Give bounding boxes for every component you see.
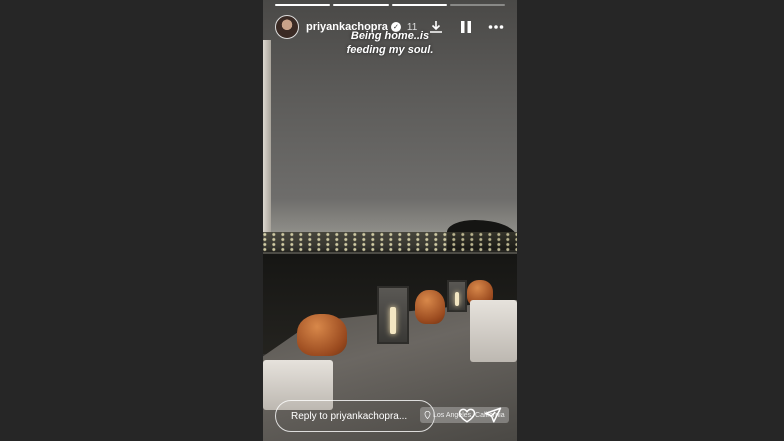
reply-input[interactable]: Reply to priyankachopra... [275, 400, 435, 432]
story-progress [275, 4, 505, 6]
wall [263, 40, 271, 240]
ottoman [297, 314, 347, 356]
sofa [470, 300, 517, 362]
progress-segment [275, 4, 331, 6]
send-icon[interactable] [484, 406, 502, 424]
location-pin-icon [424, 411, 431, 419]
heart-icon[interactable] [458, 406, 476, 424]
story-caption: Being home..is feeding my soul. [263, 29, 517, 57]
progress-segment [449, 4, 505, 6]
progress-segment [391, 4, 447, 6]
caption-line: feeding my soul. [346, 44, 434, 56]
progress-segment [333, 4, 389, 6]
story-footer: Reply to priyankachopra... Los Angeles, … [275, 400, 509, 432]
city-lights [263, 232, 517, 254]
ottoman [415, 290, 445, 324]
lantern [377, 286, 409, 344]
reply-placeholder: Reply to priyankachopra... [291, 410, 408, 422]
lantern [447, 280, 467, 312]
caption-line: Being home..is [350, 30, 430, 42]
story-viewer[interactable]: priyankachopra ✓ 11 Being home..is feedi… [263, 0, 517, 441]
